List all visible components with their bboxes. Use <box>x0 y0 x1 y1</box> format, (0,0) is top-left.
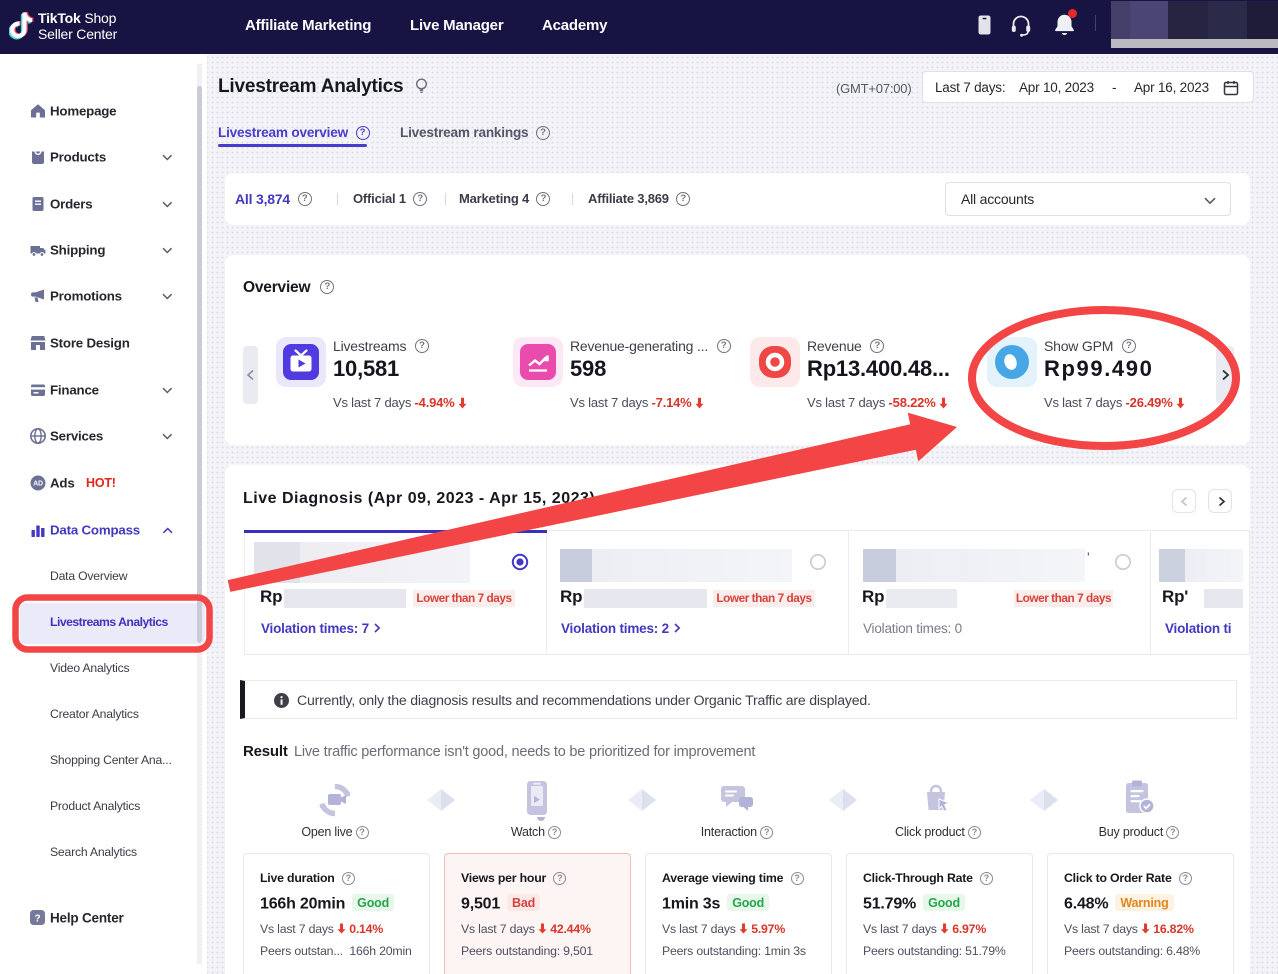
svg-text:?: ? <box>35 914 41 925</box>
svg-text:AD: AD <box>33 481 43 488</box>
